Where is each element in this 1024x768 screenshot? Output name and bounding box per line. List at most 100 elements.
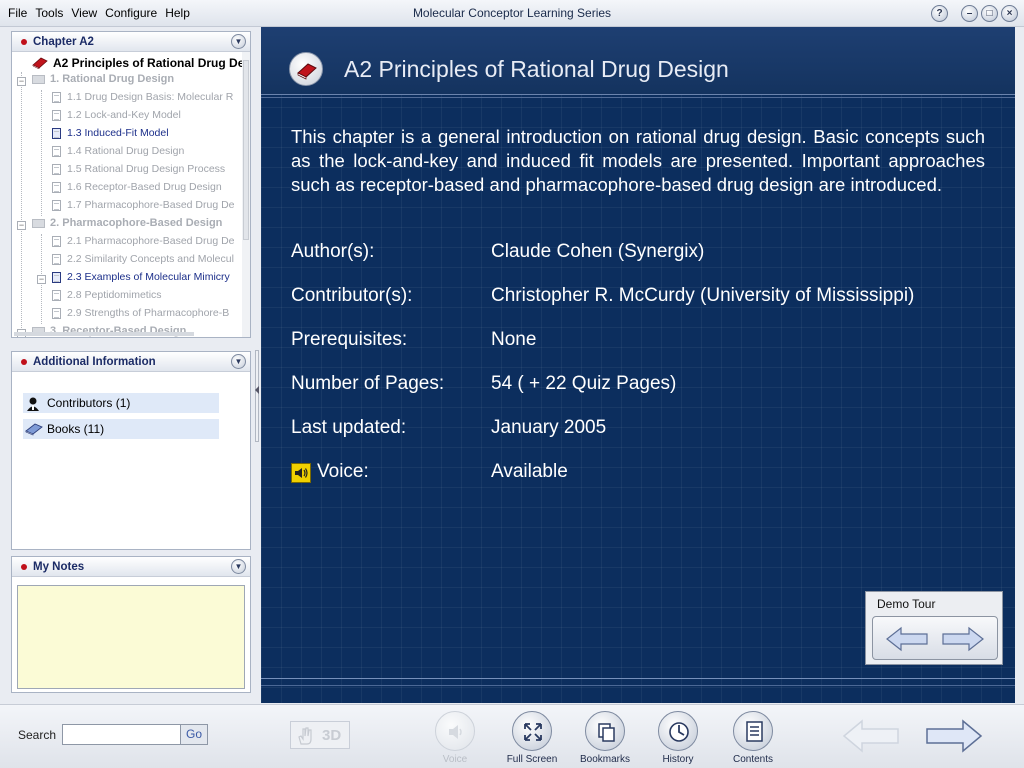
tree-item-2-2[interactable]: 2.2 Similarity Concepts and Molecul bbox=[52, 253, 234, 271]
meta-key: Number of Pages: bbox=[291, 373, 445, 394]
demo-tour-controls bbox=[872, 616, 998, 660]
meta-value: None bbox=[491, 329, 537, 350]
maximize-icon[interactable]: □ bbox=[981, 5, 998, 22]
expand-icon[interactable]: − bbox=[37, 275, 46, 284]
bookmarks-button[interactable]: Bookmarks bbox=[570, 711, 640, 765]
tree-item-2-9[interactable]: 2.9 Strengths of Pharmacophore-B bbox=[52, 307, 229, 325]
document-icon bbox=[52, 253, 61, 265]
folder-icon bbox=[32, 218, 45, 228]
tree-root-label: A2 Principles of Rational Drug Design bbox=[53, 55, 250, 70]
menu-file[interactable]: File bbox=[4, 6, 31, 20]
chevron-down-icon[interactable]: ▼ bbox=[231, 559, 246, 574]
previous-page-arrow-icon[interactable] bbox=[842, 719, 900, 753]
panel-splitter[interactable] bbox=[254, 30, 260, 696]
next-page-arrow-icon[interactable] bbox=[925, 719, 983, 753]
collapse-icon[interactable]: − bbox=[17, 221, 26, 230]
notes-textarea[interactable] bbox=[17, 585, 245, 689]
demo-tour-label: Demo Tour bbox=[877, 597, 936, 611]
meta-value: 54 ( + 22 Quiz Pages) bbox=[491, 373, 677, 394]
speaker-icon[interactable] bbox=[291, 463, 311, 483]
menu-tools[interactable]: Tools bbox=[31, 6, 67, 20]
tree-item-1-2[interactable]: 1.2 Lock-and-Key Model bbox=[52, 109, 181, 127]
contents-label: Contents bbox=[732, 754, 774, 765]
history-button[interactable]: History bbox=[643, 711, 713, 765]
book-icon bbox=[297, 63, 317, 80]
tree-item-1-4[interactable]: 1.4 Rational Drug Design bbox=[52, 145, 184, 163]
menu-configure[interactable]: Configure bbox=[101, 6, 161, 20]
info-panel-header[interactable]: Additional Information ▼ bbox=[12, 352, 250, 372]
vertical-scrollbar[interactable] bbox=[242, 52, 250, 337]
books-item[interactable]: Books (11) bbox=[23, 419, 219, 439]
tree-section-label: 1. Rational Drug Design bbox=[50, 73, 175, 86]
3d-toggle[interactable]: 3D bbox=[290, 721, 350, 749]
document-icon bbox=[52, 271, 61, 283]
demo-tour-box: Demo Tour bbox=[865, 591, 1003, 665]
tree-item-label: 1.1 Drug Design Basis: Molecular R bbox=[67, 91, 234, 104]
tree-item-label: 2.1 Pharmacophore-Based Drug De bbox=[67, 235, 235, 248]
history-icon bbox=[658, 711, 698, 751]
tree-item-2-3[interactable]: 2.3 Examples of Molecular Mimicry bbox=[52, 271, 230, 289]
demo-back-arrow-icon[interactable] bbox=[885, 626, 929, 652]
notes-panel-header[interactable]: My Notes ▼ bbox=[12, 557, 250, 577]
tree-item-2-8[interactable]: 2.8 Peptidomimetics bbox=[52, 289, 162, 307]
document-icon bbox=[52, 235, 61, 247]
meta-key: Contributor(s): bbox=[291, 285, 413, 306]
demo-forward-arrow-icon[interactable] bbox=[941, 626, 985, 652]
search-input[interactable] bbox=[62, 724, 182, 745]
meta-value: Christopher R. McCurdy (University of Mi… bbox=[491, 285, 915, 306]
tree-item-label: 2.8 Peptidomimetics bbox=[67, 289, 162, 302]
document-icon bbox=[52, 199, 61, 211]
books-label: Books (11) bbox=[47, 422, 105, 436]
contributors-item[interactable]: Contributors (1) bbox=[23, 393, 219, 413]
splitter-grip[interactable] bbox=[255, 350, 259, 442]
tree-item-label: 1.2 Lock-and-Key Model bbox=[67, 109, 181, 122]
collapse-icon[interactable]: − bbox=[17, 77, 26, 86]
additional-info-panel: Additional Information ▼ Contributors (1… bbox=[11, 351, 251, 550]
go-button[interactable]: Go bbox=[180, 724, 208, 745]
3d-label: 3D bbox=[322, 727, 342, 744]
collapse-left-icon[interactable] bbox=[255, 386, 259, 394]
tree-root-chapter[interactable]: A2 Principles of Rational Drug Design bbox=[32, 55, 250, 73]
chapter-panel-header[interactable]: Chapter A2 ▼ bbox=[12, 32, 250, 52]
meta-key: Author(s): bbox=[291, 241, 375, 262]
contributors-label: Contributors (1) bbox=[47, 396, 131, 410]
contents-button[interactable]: Contents bbox=[718, 711, 788, 765]
chevron-down-icon[interactable]: ▼ bbox=[231, 34, 246, 49]
horizontal-scrollbar[interactable] bbox=[14, 332, 194, 336]
tree-item-1-7[interactable]: 1.7 Pharmacophore-Based Drug De bbox=[52, 199, 235, 217]
tree-item-label: 1.5 Rational Drug Design Process bbox=[67, 163, 226, 176]
tree-section-label: 2. Pharmacophore-Based Design bbox=[50, 217, 223, 230]
close-icon[interactable]: × bbox=[1001, 5, 1018, 22]
tree-item-1-3[interactable]: 1.3 Induced-Fit Model bbox=[52, 127, 169, 145]
document-icon bbox=[52, 109, 61, 121]
meta-key: Voice: bbox=[317, 461, 369, 482]
tree-item-label: 2.3 Examples of Molecular Mimicry bbox=[67, 271, 230, 284]
help-icon[interactable]: ? bbox=[931, 5, 948, 22]
tree-item-1-1[interactable]: 1.1 Drug Design Basis: Molecular R bbox=[52, 91, 233, 109]
book-icon bbox=[32, 57, 48, 69]
meta-key: Last updated: bbox=[291, 417, 407, 438]
fullscreen-icon bbox=[512, 711, 552, 751]
bullet-icon bbox=[21, 39, 27, 45]
minimize-icon[interactable]: – bbox=[961, 5, 978, 22]
chevron-down-icon[interactable]: ▼ bbox=[231, 354, 246, 369]
menu-view[interactable]: View bbox=[67, 6, 101, 20]
tree-section-2[interactable]: 2. Pharmacophore-Based Design bbox=[32, 217, 222, 235]
bookmarks-icon bbox=[585, 711, 625, 751]
meta-value: January 2005 bbox=[491, 417, 607, 438]
tree-section-1[interactable]: 1. Rational Drug Design bbox=[32, 73, 174, 91]
tree-item-1-6[interactable]: 1.6 Receptor-Based Drug Design bbox=[52, 181, 222, 199]
document-icon bbox=[52, 163, 61, 175]
document-icon bbox=[52, 289, 61, 301]
chapter-tree: A2 Principles of Rational Drug Design − … bbox=[12, 52, 250, 337]
voice-button[interactable]: Voice bbox=[420, 711, 490, 765]
menu-bar: File Tools View Configure Help bbox=[4, 6, 194, 20]
meta-value: Claude Cohen (Synergix) bbox=[491, 241, 705, 262]
scrollbar-thumb[interactable] bbox=[243, 60, 249, 240]
window-controls: ? – □ × bbox=[931, 5, 1018, 22]
chapter-title: A2 Principles of Rational Drug Design bbox=[344, 56, 729, 82]
full-screen-button[interactable]: Full Screen bbox=[497, 711, 567, 765]
tree-item-2-1[interactable]: 2.1 Pharmacophore-Based Drug De bbox=[52, 235, 235, 253]
menu-help[interactable]: Help bbox=[161, 6, 194, 20]
tree-item-1-5[interactable]: 1.5 Rational Drug Design Process bbox=[52, 163, 225, 181]
